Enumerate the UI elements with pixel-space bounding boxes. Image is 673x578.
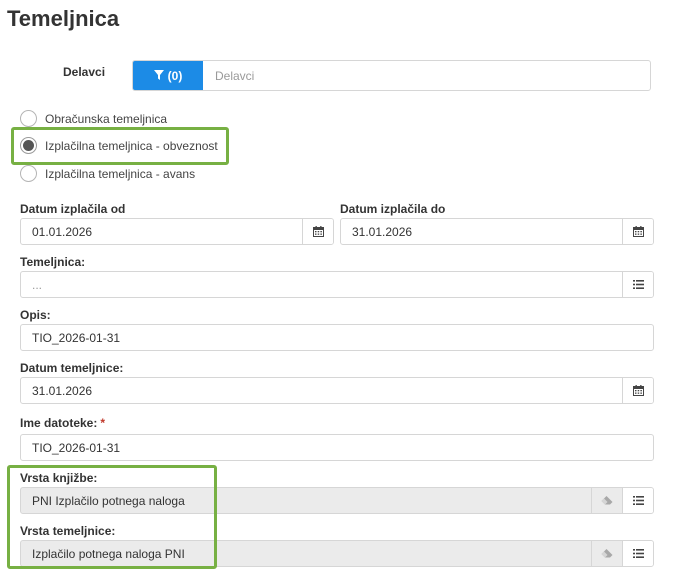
opis-field: TIO_2026-01-31 bbox=[20, 324, 654, 351]
filter-count: (0) bbox=[167, 68, 183, 83]
datum-temeljnice-label: Datum temeljnice: bbox=[20, 361, 124, 375]
highlight-box bbox=[11, 127, 229, 165]
filter-icon bbox=[153, 69, 164, 83]
required-mark: * bbox=[100, 416, 106, 430]
datum-temeljnice-input[interactable]: 31.01.2026 bbox=[21, 378, 622, 403]
vrsta-knjizbe-clear-button[interactable] bbox=[591, 488, 622, 513]
radio-label: Izplačilna temeljnica - avans bbox=[45, 166, 196, 181]
ime-datoteke-field: TIO_2026-01-31 bbox=[20, 434, 654, 461]
vrsta-knjizbe-list-button[interactable] bbox=[622, 488, 653, 513]
vrsta-temeljnice-list-button[interactable] bbox=[622, 541, 653, 566]
date-to-calendar-button[interactable] bbox=[622, 219, 653, 244]
calendar-icon bbox=[632, 226, 644, 237]
calendar-icon bbox=[632, 385, 644, 396]
radio-button[interactable] bbox=[20, 110, 37, 127]
opis-input[interactable]: TIO_2026-01-31 bbox=[21, 325, 653, 350]
date-to-label: Datum izplačila do bbox=[340, 202, 446, 216]
datum-temeljnice-field: 31.01.2026 bbox=[20, 377, 654, 404]
radio-label: Obračunska temeljnica bbox=[45, 111, 168, 126]
radio-izplacilna-avans[interactable]: Izplačilna temeljnica - avans bbox=[20, 165, 195, 182]
employee-filter-input[interactable]: Delavci bbox=[203, 61, 254, 90]
eraser-icon bbox=[601, 496, 613, 505]
calendar-icon bbox=[312, 226, 324, 237]
list-icon bbox=[632, 496, 644, 505]
list-icon bbox=[632, 549, 644, 558]
filter-label: Delavci bbox=[63, 65, 106, 79]
filter-button[interactable]: (0) bbox=[133, 61, 203, 90]
date-from-input[interactable]: 01.01.2026 bbox=[21, 219, 302, 244]
list-icon bbox=[632, 280, 644, 289]
temeljnica-input[interactable]: ... bbox=[21, 272, 622, 297]
date-to-field: 31.01.2026 bbox=[340, 218, 654, 245]
ime-datoteke-input[interactable]: TIO_2026-01-31 bbox=[21, 435, 653, 460]
employee-filter: (0) Delavci bbox=[132, 60, 651, 91]
date-from-calendar-button[interactable] bbox=[302, 219, 333, 244]
vrsta-temeljnice-clear-button[interactable] bbox=[591, 541, 622, 566]
temeljnica-label: Temeljnica: bbox=[20, 255, 86, 269]
date-from-label: Datum izplačila od bbox=[20, 202, 126, 216]
temeljnica-list-button[interactable] bbox=[622, 272, 653, 297]
page-title: Temeljnica bbox=[7, 6, 120, 31]
eraser-icon bbox=[601, 549, 613, 558]
date-from-field: 01.01.2026 bbox=[20, 218, 334, 245]
temeljnica-field: ... bbox=[20, 271, 654, 298]
highlight-box bbox=[7, 465, 217, 569]
datum-temeljnice-calendar-button[interactable] bbox=[622, 378, 653, 403]
opis-label: Opis: bbox=[20, 308, 51, 322]
ime-datoteke-label-text: Ime datoteke: bbox=[20, 416, 98, 430]
radio-button[interactable] bbox=[20, 165, 37, 182]
radio-obracunska[interactable]: Obračunska temeljnica bbox=[20, 110, 167, 127]
ime-datoteke-label: Ime datoteke: * bbox=[20, 416, 105, 430]
date-to-input[interactable]: 31.01.2026 bbox=[341, 219, 622, 244]
